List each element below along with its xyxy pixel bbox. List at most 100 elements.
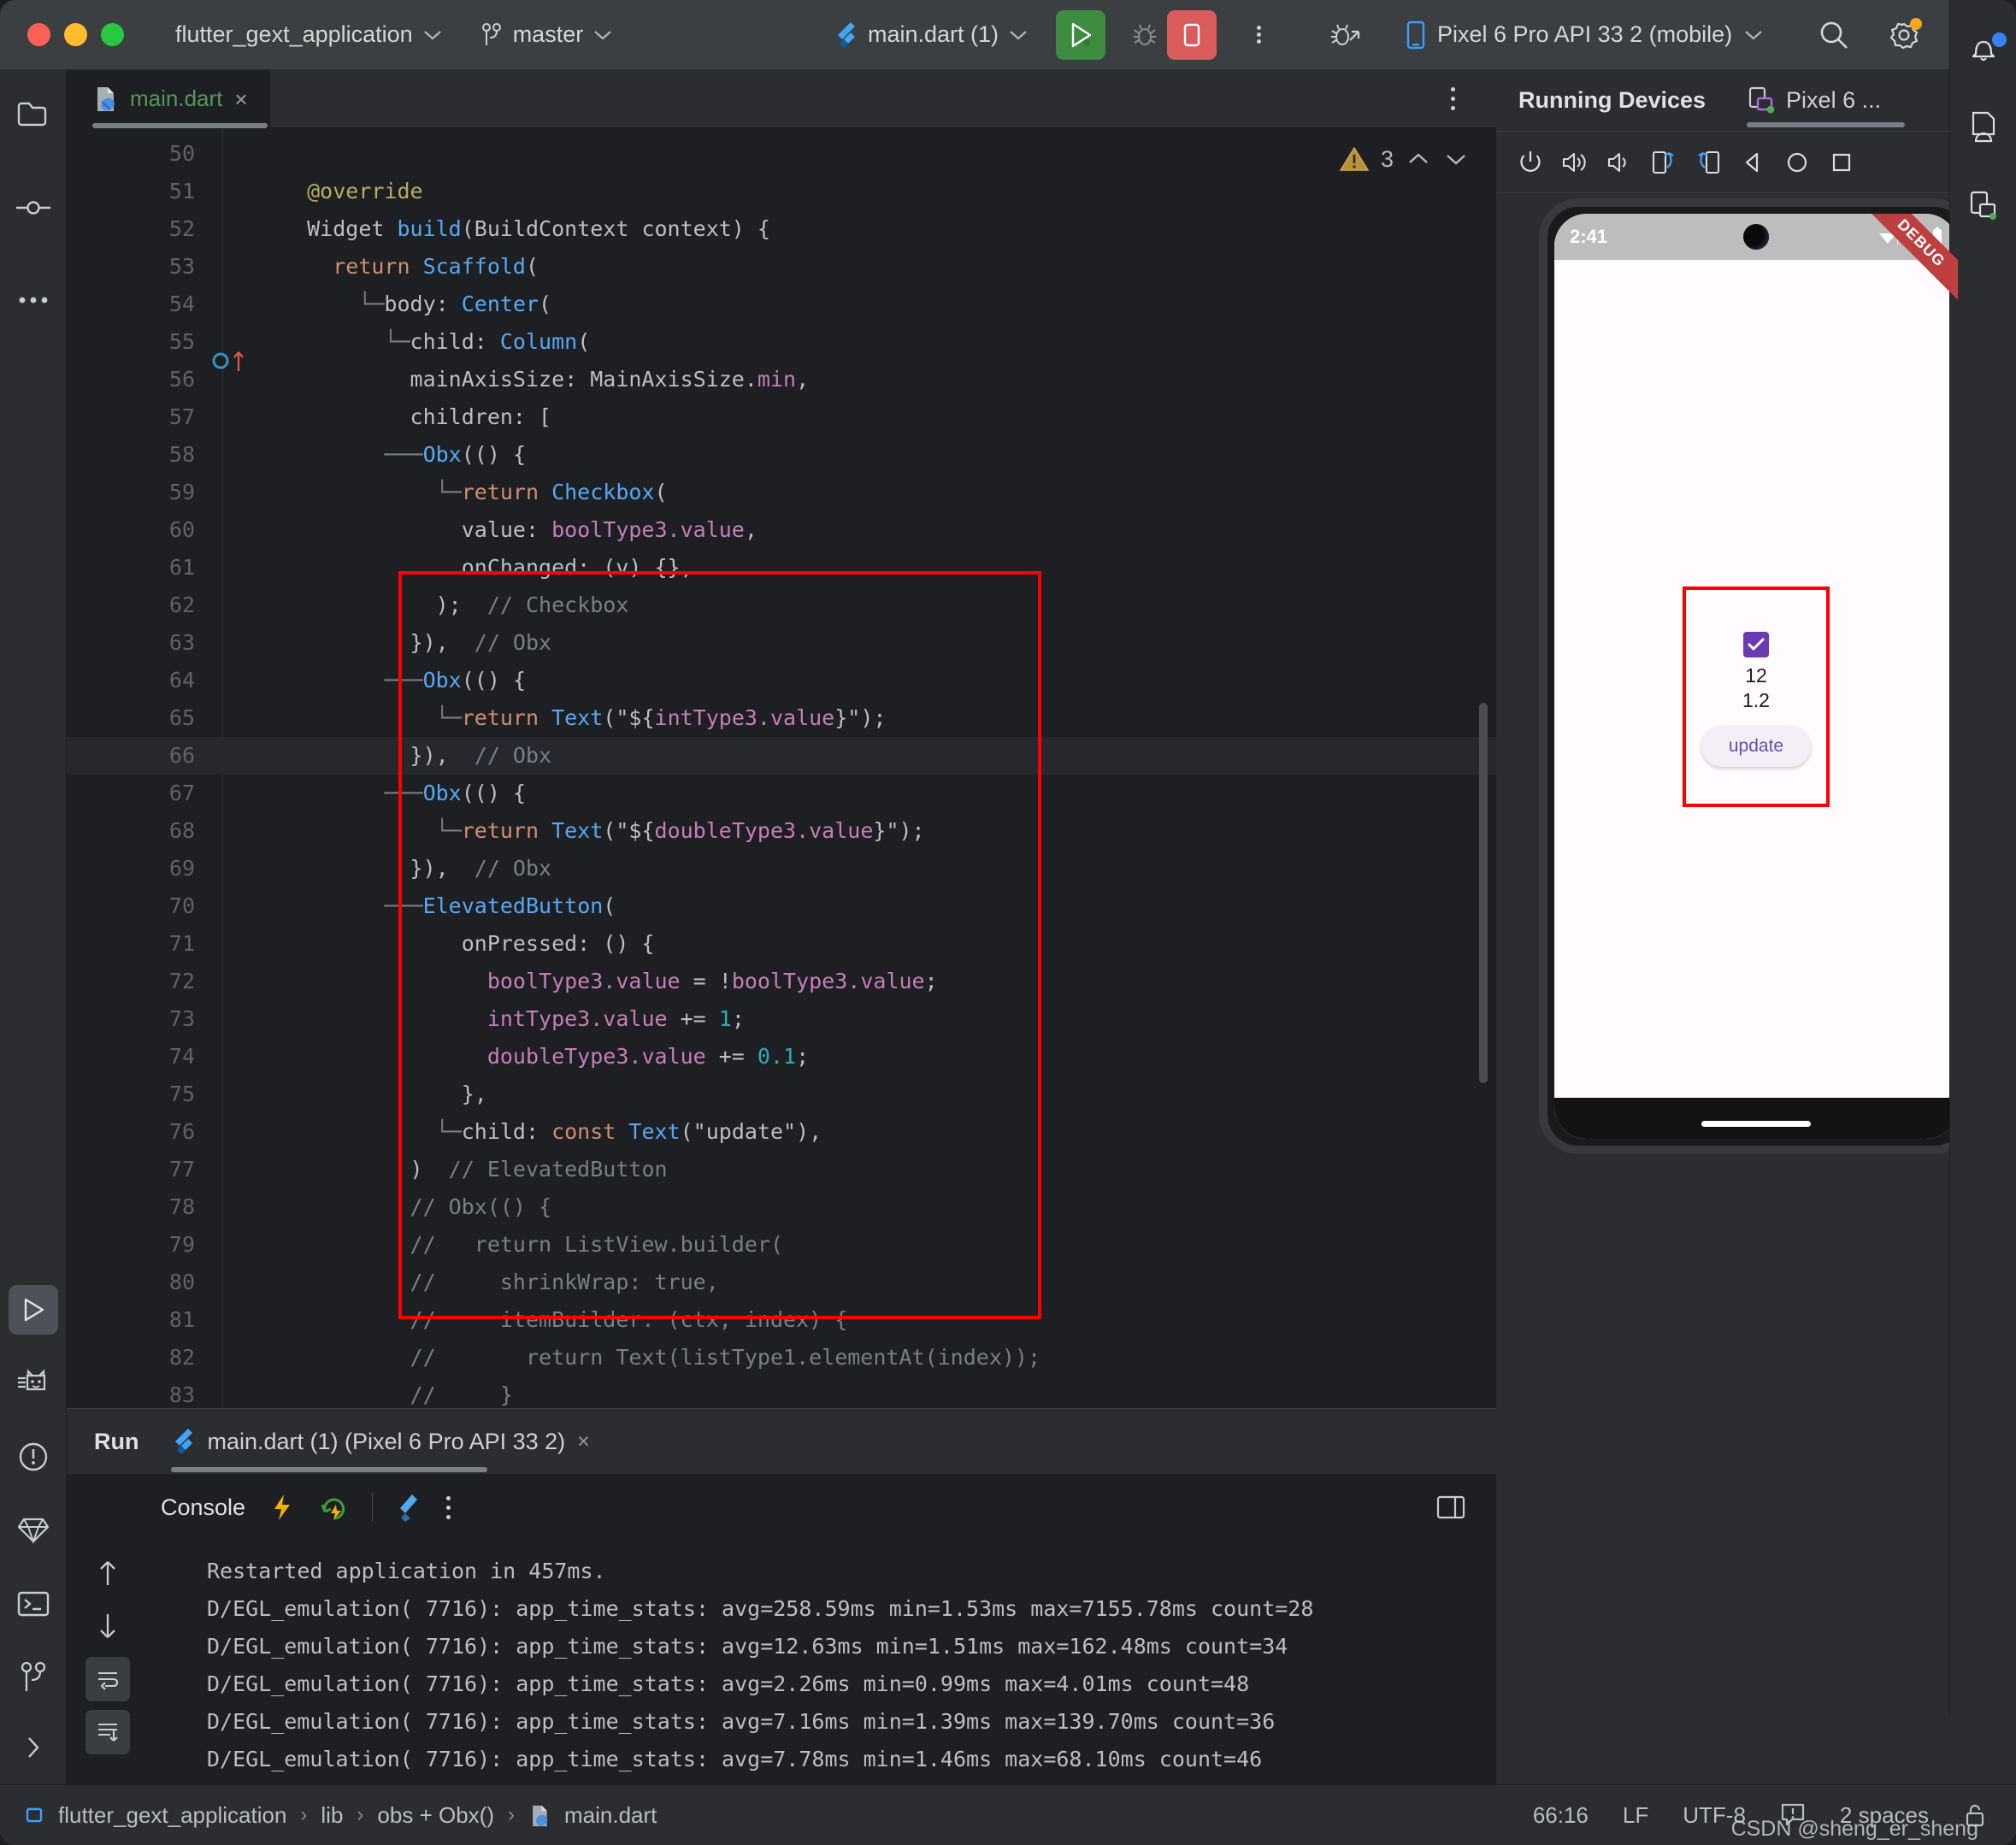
code-line[interactable]: value: boolType3.value, — [223, 511, 1496, 549]
previous-problem-icon[interactable] — [1406, 150, 1431, 168]
line-number[interactable]: 61 — [67, 549, 195, 587]
code-line[interactable]: ───ElevatedButton( — [223, 887, 1496, 925]
maximize-window-button[interactable] — [101, 23, 124, 46]
code-line[interactable]: └─return Checkbox( — [223, 474, 1496, 511]
editor-vertical-scrollbar[interactable] — [1479, 703, 1488, 1083]
scroll-up-icon[interactable] — [85, 1551, 130, 1595]
code-line[interactable]: Widget build(BuildContext context) { — [223, 210, 1496, 248]
inspection-icon[interactable] — [1780, 1802, 1806, 1828]
back-nav-icon[interactable] — [1730, 140, 1775, 185]
indent-setting[interactable]: 2 spaces — [1840, 1802, 1929, 1829]
open-devtools-icon[interactable] — [397, 1493, 422, 1522]
line-number[interactable]: 81 — [67, 1301, 195, 1339]
hot-reload-icon[interactable] — [269, 1493, 295, 1522]
close-tab-icon[interactable]: × — [234, 88, 247, 110]
console-output[interactable]: Restarted application in 457ms. D/EGL_emu… — [149, 1541, 1496, 1784]
device-manager-icon[interactable] — [1950, 97, 2016, 157]
hot-restart-icon[interactable] — [319, 1493, 348, 1522]
sidebar-item-commit[interactable] — [0, 178, 67, 238]
line-number[interactable]: 69 — [67, 850, 195, 887]
editor-tab-more-button[interactable] — [1451, 85, 1455, 113]
console-more-icon[interactable] — [446, 1494, 451, 1522]
code-line[interactable]: └─return Text("${doubleType3.value}"); — [223, 812, 1496, 850]
breadcrumb-item[interactable]: lib — [321, 1802, 343, 1829]
device-tab[interactable]: Pixel 6 ... — [1747, 86, 1906, 127]
code-line[interactable]: └─return Text("${intType3.value}"); — [223, 699, 1496, 737]
soft-wrap-icon[interactable] — [85, 1657, 130, 1701]
running-devices-icon[interactable] — [1950, 176, 2016, 236]
line-number[interactable]: 71 — [67, 925, 195, 963]
line-number[interactable]: 76 — [67, 1113, 195, 1151]
volume-up-icon[interactable] — [1553, 140, 1597, 185]
line-number[interactable]: 53 — [67, 248, 195, 286]
sidebar-item-project[interactable] — [0, 85, 67, 145]
line-number[interactable]: 57 — [67, 398, 195, 436]
close-session-icon[interactable]: × — [577, 1429, 590, 1454]
more-options-button[interactable] — [1240, 10, 1277, 60]
home-nav-icon[interactable] — [1775, 140, 1819, 185]
rotate-left-icon[interactable] — [1642, 140, 1686, 185]
line-number[interactable]: 55 — [67, 323, 195, 361]
code-line[interactable]: ) // ElevatedButton — [223, 1151, 1496, 1188]
window-controls[interactable] — [27, 23, 124, 46]
line-number[interactable]: 65 — [67, 699, 195, 737]
run-configuration-selector[interactable]: main.dart (1) — [834, 21, 1028, 49]
code-line[interactable]: ───Obx(() { — [223, 662, 1496, 699]
sidebar-item-problems[interactable] — [0, 1427, 67, 1487]
sidebar-item-dart-analysis[interactable] — [0, 1353, 67, 1413]
sidebar-item-flutter-inspector[interactable] — [0, 1500, 67, 1560]
minimize-window-button[interactable] — [64, 23, 87, 46]
rotate-right-icon[interactable] — [1686, 140, 1730, 185]
breadcrumb-item[interactable]: obs + Obx() — [377, 1802, 494, 1829]
code-viewport[interactable]: 3 50 51 @override 52 Widget build(BuildCon… — [67, 128, 1496, 1408]
expand-rail-button[interactable] — [0, 1718, 67, 1777]
caret-position[interactable]: 66:16 — [1533, 1802, 1589, 1829]
code-line[interactable]: // itemBuilder: (ctx, index) { — [223, 1301, 1496, 1339]
code-line[interactable]: ───Obx(() { — [223, 775, 1496, 812]
line-number[interactable]: 67 — [67, 775, 195, 812]
code-line[interactable]: }), // Obx — [223, 737, 1496, 775]
line-number[interactable]: 74 — [67, 1038, 195, 1076]
line-number[interactable]: 62 — [67, 587, 195, 624]
line-number[interactable]: 64 — [67, 662, 195, 699]
volume-down-icon[interactable] — [1597, 140, 1642, 185]
line-number[interactable]: 51 — [67, 173, 195, 210]
line-number[interactable]: 79 — [67, 1226, 195, 1264]
run-session-tab[interactable]: main.dart (1) (Pixel 6 Pro API 33 2) × — [171, 1428, 590, 1472]
code-line[interactable]: doubleType3.value += 0.1; — [223, 1038, 1496, 1076]
line-number[interactable]: 70 — [67, 887, 195, 925]
debug-button[interactable] — [1120, 10, 1170, 60]
line-number[interactable]: 56 — [67, 361, 195, 398]
device-selector[interactable]: Pixel 6 Pro API 33 2 (mobile) — [1406, 21, 1763, 50]
code-line[interactable]: ); // Checkbox — [223, 587, 1496, 624]
code-line[interactable]: └─child: const Text("update"), — [223, 1113, 1496, 1151]
search-icon[interactable] — [1818, 19, 1850, 51]
code-line[interactable]: // return ListView.builder( — [223, 1226, 1496, 1264]
overview-nav-icon[interactable] — [1819, 140, 1864, 185]
flutter-app-body[interactable]: 12 1.2 update — [1554, 260, 1958, 1139]
notifications-icon[interactable] — [1950, 19, 2016, 79]
line-number[interactable]: 59 — [67, 474, 195, 511]
lock-icon[interactable] — [1963, 1802, 1987, 1828]
code-line[interactable] — [223, 135, 1496, 173]
line-number[interactable]: 52 — [67, 210, 195, 248]
code-line[interactable]: mainAxisSize: MainAxisSize.min, — [223, 361, 1496, 398]
tab-scroll-indicator[interactable] — [92, 122, 268, 128]
branch-selector[interactable]: master — [480, 21, 613, 48]
code-line[interactable]: return Scaffold( — [223, 248, 1496, 286]
project-selector[interactable]: flutter_gext_application — [175, 21, 442, 48]
code-line[interactable]: └─child: Column( — [223, 323, 1496, 361]
code-line[interactable]: }, — [223, 1076, 1496, 1113]
code-line[interactable]: onChanged: (v) {}, — [223, 549, 1496, 587]
line-number[interactable]: 63 — [67, 624, 195, 662]
code-line[interactable]: boolType3.value = !boolType3.value; — [223, 963, 1496, 1000]
emulator-stage[interactable]: 2:41 ! DEBUG 12 1.2 update — [1496, 193, 2016, 1159]
code-line[interactable]: intType3.value += 1; — [223, 1000, 1496, 1038]
line-number[interactable]: 75 — [67, 1076, 195, 1113]
breadcrumb[interactable]: flutter_gext_application › lib › obs + Obx()… — [26, 1802, 657, 1829]
power-icon[interactable] — [1508, 140, 1553, 185]
stop-button[interactable] — [1167, 9, 1217, 60]
sidebar-item-more[interactable] — [0, 270, 67, 330]
line-number[interactable]: 72 — [67, 963, 195, 1000]
code-line[interactable]: children: [ — [223, 398, 1496, 436]
